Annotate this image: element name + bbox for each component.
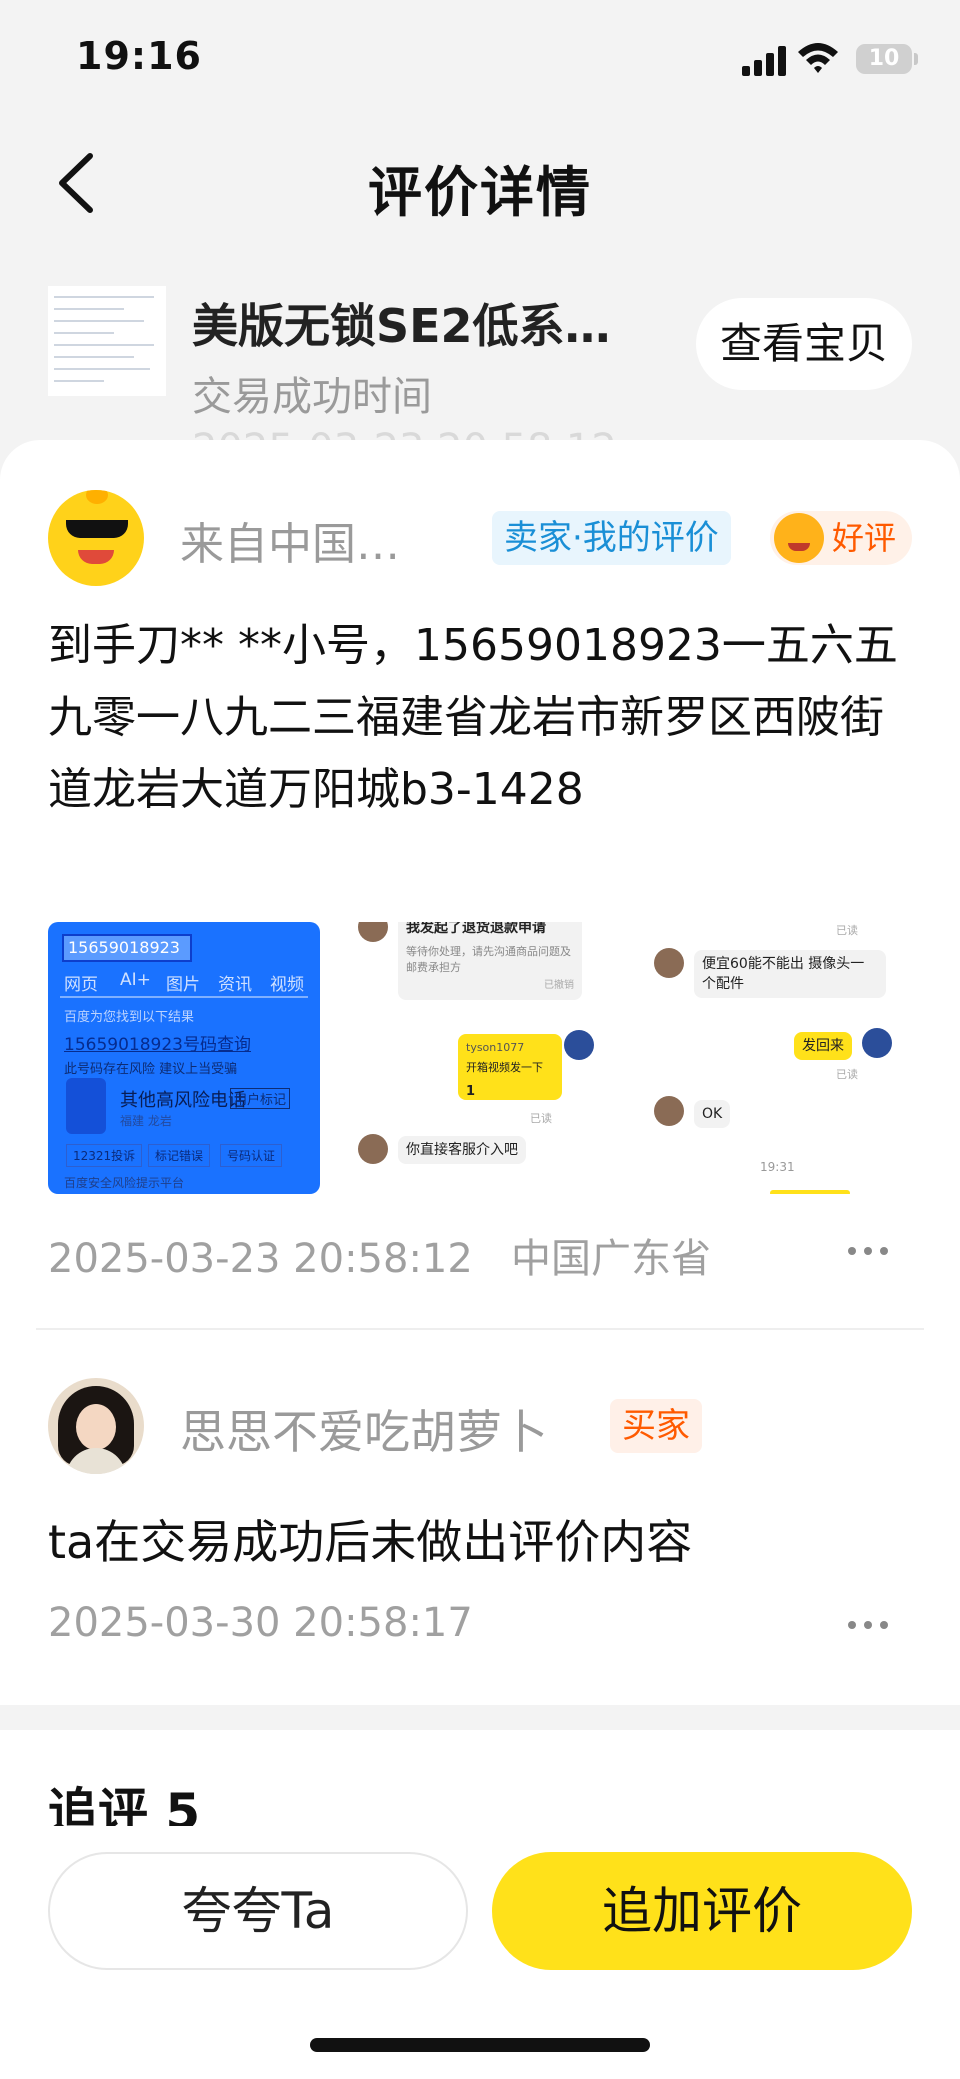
review-image-2[interactable]: 我发起了退货退款申请 等待你处理，请先沟通商品问题及邮费承担方 已撤销 tyso… [344,922,616,1194]
buyer-avatar[interactable] [48,1378,144,1474]
risk-type: 其他高风险电话 [120,1090,246,1111]
product-subtitle: 交易成功时间 [192,374,432,420]
buyer-name[interactable]: 思思不爱吃胡萝卜 [180,1396,548,1462]
review-meta: 2025-03-23 20:58:12 中国广东省 [48,1226,711,1284]
kiss-emoji-icon [774,513,824,563]
seller-review-tag: 卖家·我的评价 [492,511,731,565]
praise-button[interactable]: 夸夸Ta [48,1852,468,1970]
more-icon[interactable] [848,1244,892,1258]
risk-source: 福建 龙岩 [120,1114,172,1128]
rating-badge: 好评 [770,511,912,565]
search-tab-video: 视频 [270,975,304,995]
review-image-1[interactable]: 15659018923 网页 AI+ 图片 资讯 视频 百度为您找到以下结果 1… [48,922,320,1194]
search-tab-news: 资讯 [218,975,252,995]
verify-button: 号码认证 [220,1144,283,1167]
battery-icon: 10 [856,44,912,74]
reviewer-avatar[interactable] [48,490,144,586]
risk-footer: 百度安全风险提示平台 [64,1176,185,1190]
wifi-icon [798,43,838,73]
view-item-button[interactable]: 查看宝贝 [696,298,912,390]
review-timestamp: 2025-03-23 20:58:12 [48,1236,473,1282]
phone-icon [66,1078,106,1134]
home-indicator[interactable] [310,2038,650,2052]
signal-icon [742,44,788,76]
rating-label: 好评 [832,519,897,557]
chat-card-text: 开箱视频发一下 [466,1061,543,1074]
chat-card-num: 1 [466,1084,476,1099]
divider [36,1328,924,1330]
chat-return-request: 我发起了退货退款申请 [406,922,546,936]
result-link: 15659018923号码查询 [64,1035,251,1055]
battery-cap [914,53,918,65]
review-location: 中国广东省 [510,1236,711,1282]
highlighted-number: 15659018923 [62,934,192,962]
review-image-3[interactable]: 已读 便宜60能不能出 摄像头一个配件 发回来 已读 OK 19:31 [640,922,912,1194]
result-hint: 百度为您找到以下结果 [64,1010,195,1025]
chat-return-sub: 等待你处理，请先沟通商品问题及邮费承担方 [406,945,571,974]
complaint-button: 12321投诉 [66,1144,143,1167]
review-source: 来自中国… [180,519,400,570]
chat-return-status: 已撤销 [544,980,574,991]
page-title: 评价详情 [368,161,592,224]
buyer-tag: 买家 [610,1399,702,1453]
buyer-timestamp: 2025-03-30 20:58:17 [48,1600,473,1646]
chat-read: 已读 [836,1068,858,1081]
chat-time: 19:31 [760,1160,795,1174]
risk-line: 此号码存在风险 建议上当受骗 [64,1062,238,1077]
status-time: 19:16 [76,34,202,78]
mark-error-button: 标记错误 [148,1144,211,1167]
followup-header: 追评 5 [48,1783,201,1826]
review-content: 到手刀** **小号，15659018923一五六五九零一八九二三福建省龙岩市新… [48,620,898,815]
chat-read: 已读 [530,1112,552,1125]
chat-reply: 发回来 [794,1032,852,1060]
chat-offer: 便宜60能不能出 摄像头一个配件 [694,950,886,998]
add-review-button[interactable]: 追加评价 [492,1852,912,1970]
chat-card-user: tyson1077 [466,1041,525,1054]
chat-message: 你直接客服介入吧 [398,1136,526,1164]
search-tab-images: 图片 [166,975,200,995]
chat-read-top: 已读 [836,924,858,937]
search-tab-ai: AI+ [120,970,151,990]
product-title[interactable]: 美版无锁SE2低系… [192,290,611,356]
buyer-review-content: ta在交易成功后未做出评价内容 [48,1515,693,1569]
search-tab-web: 网页 [64,975,98,995]
chat-ok: OK [694,1100,731,1128]
more-icon[interactable] [848,1618,892,1632]
user-mark: 用户标记 [230,1088,291,1109]
product-thumbnail[interactable] [48,286,166,396]
